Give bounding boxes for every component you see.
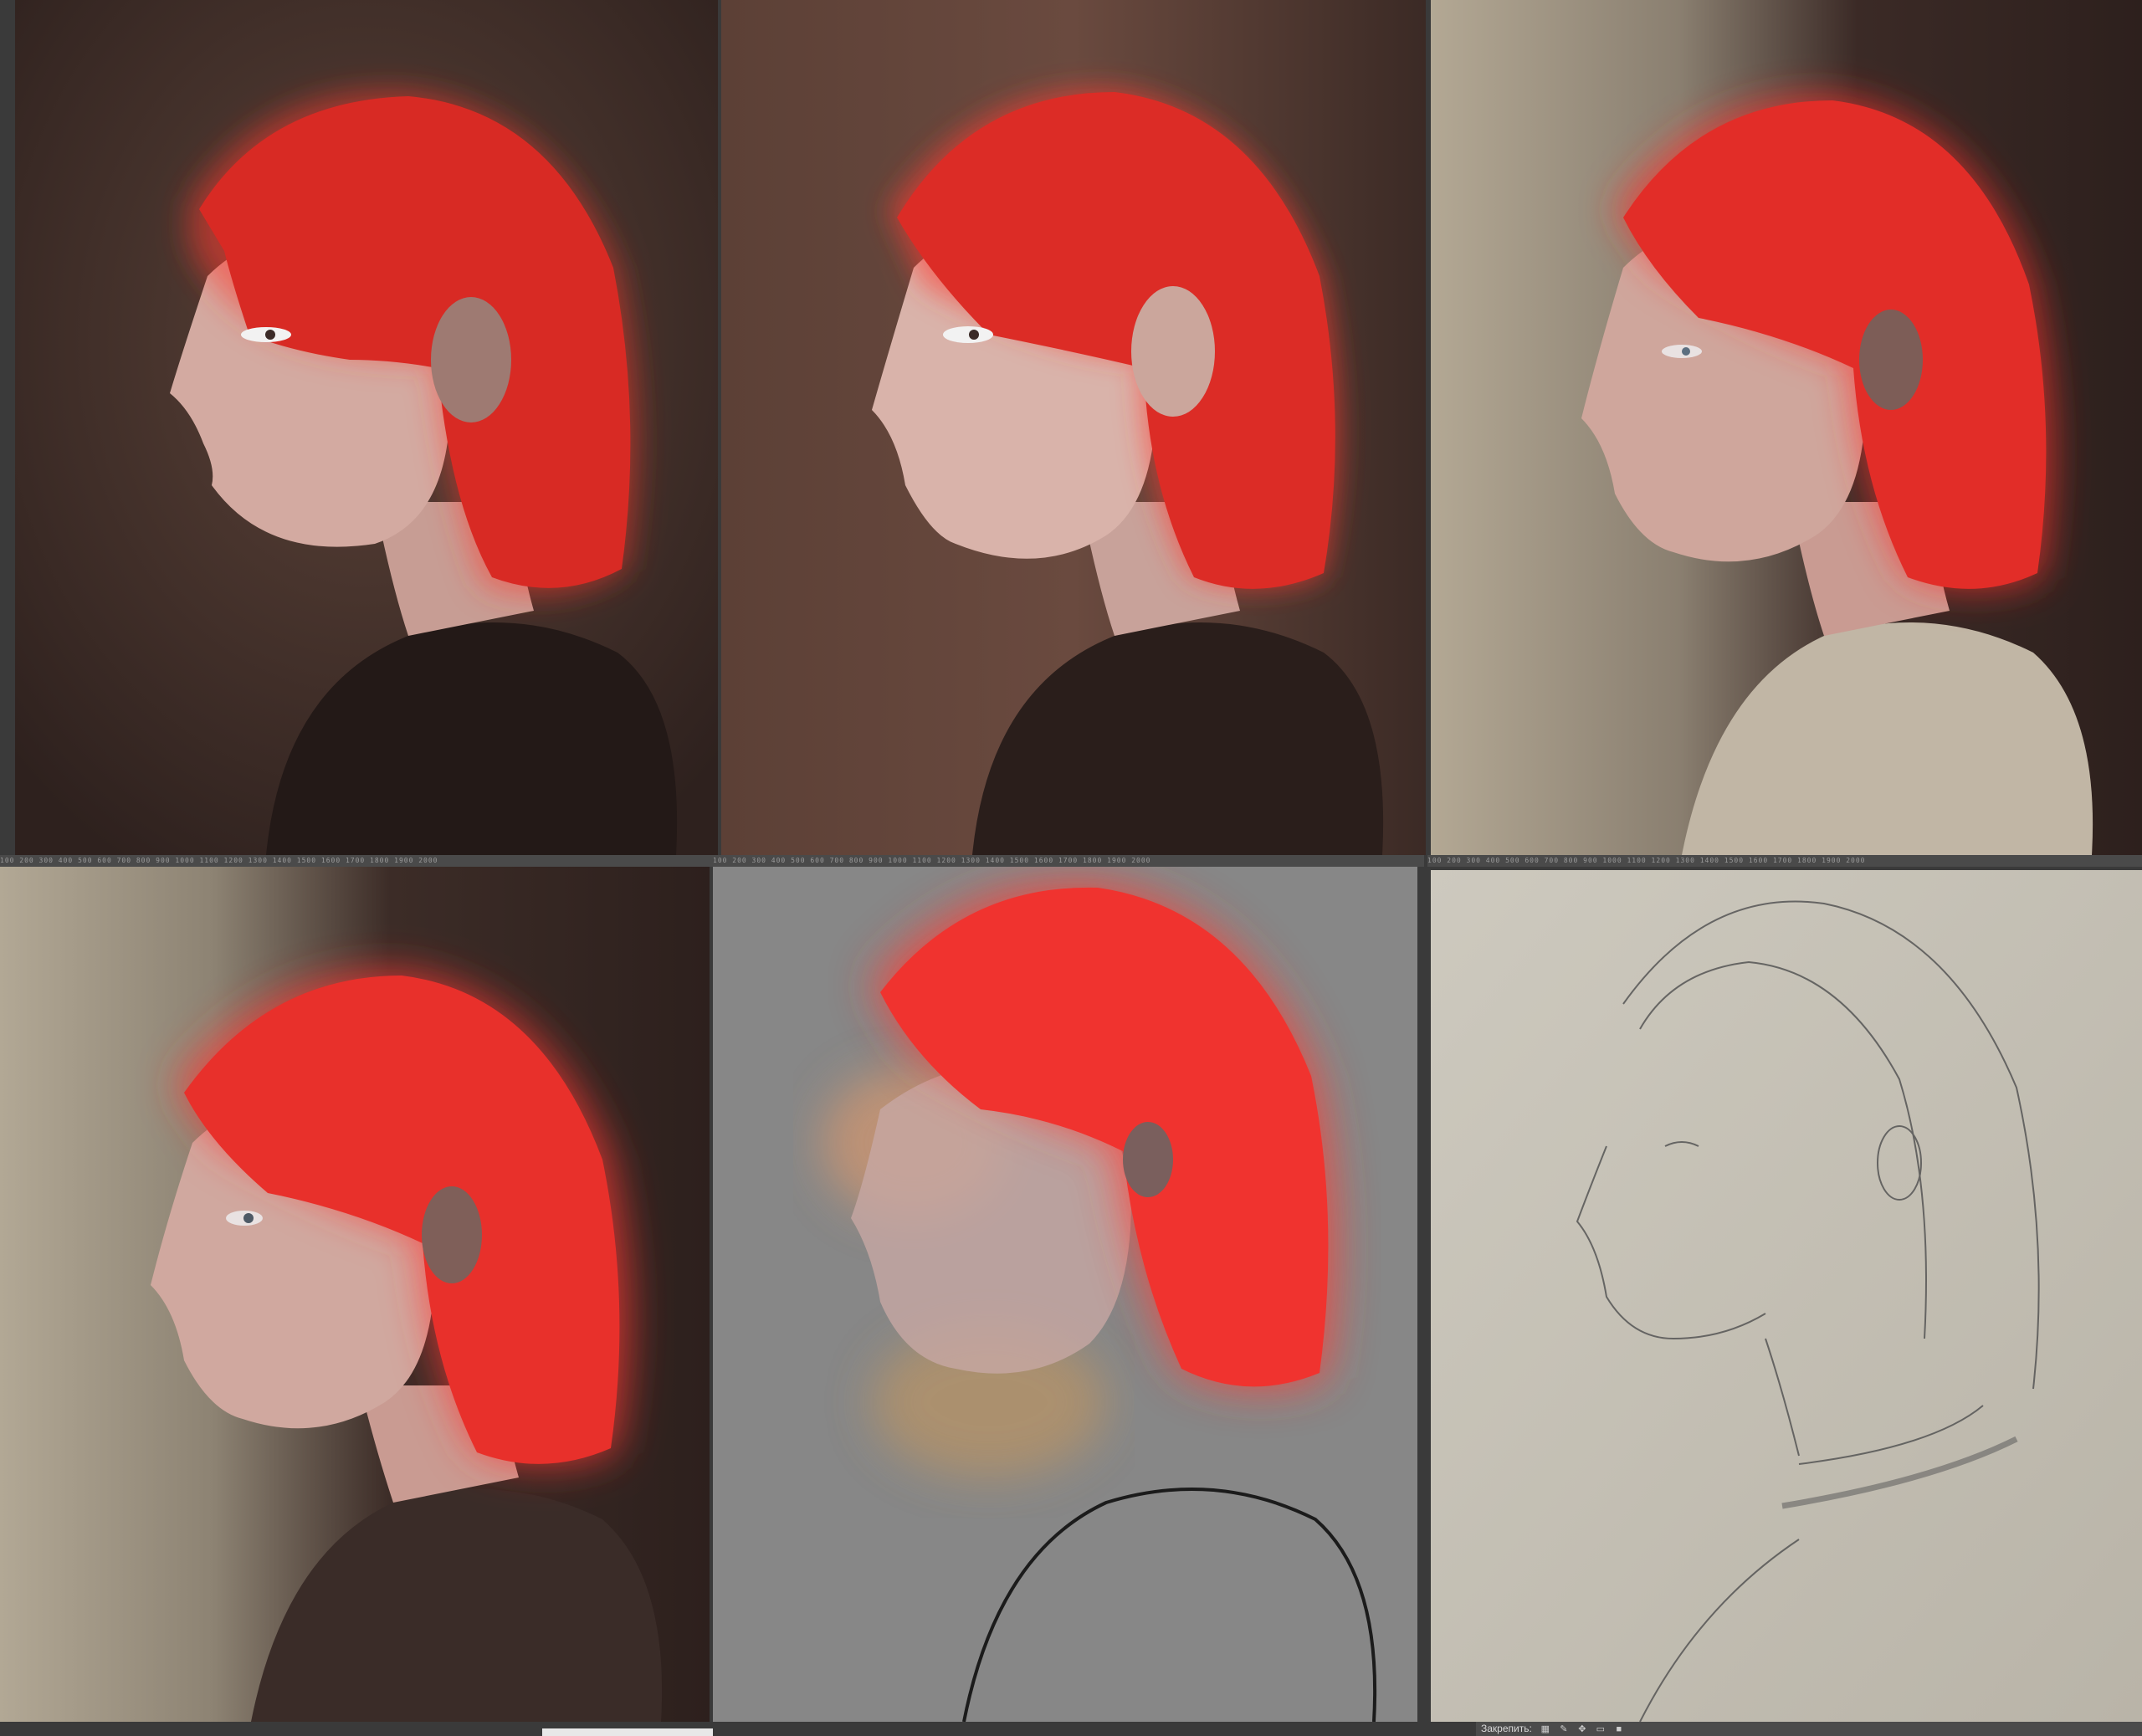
scrollbar-thumb[interactable] (542, 1728, 713, 1736)
brush-icon[interactable]: ✎ (1559, 1724, 1569, 1734)
portrait-painting (1431, 0, 2142, 855)
portrait-painting (0, 867, 710, 1722)
painting-stage-1 (15, 0, 718, 855)
lock-pixels-icon[interactable]: ▦ (1540, 1724, 1550, 1734)
ruler-top: 100 200 300 400 500 600 700 800 900 1000… (0, 855, 720, 867)
lock-label: Закрепить: (1481, 1723, 1532, 1734)
portrait-painting (721, 0, 1426, 855)
ruler-top: 100 200 300 400 500 600 700 800 900 1000… (1427, 855, 2142, 867)
painting-stage-4 (0, 867, 710, 1722)
portrait-painting (15, 0, 718, 855)
pencil-sketch (1431, 870, 2142, 1722)
painting-stage-5 (713, 867, 1417, 1722)
portrait-painting (713, 867, 1417, 1722)
painting-stage-3 (1431, 0, 2142, 855)
sketch-drawing (1431, 870, 2142, 1722)
move-icon[interactable]: ✥ (1577, 1724, 1587, 1734)
layers-statusbar: Закрепить: ▦ ✎ ✥ ▭ ■ (1476, 1722, 2142, 1736)
ruler-top: 100 200 300 400 500 600 700 800 900 1000… (713, 855, 1424, 867)
painting-stage-2 (721, 0, 1426, 855)
lock-all-icon[interactable]: ■ (1614, 1724, 1624, 1734)
artboard-icon[interactable]: ▭ (1596, 1724, 1606, 1734)
